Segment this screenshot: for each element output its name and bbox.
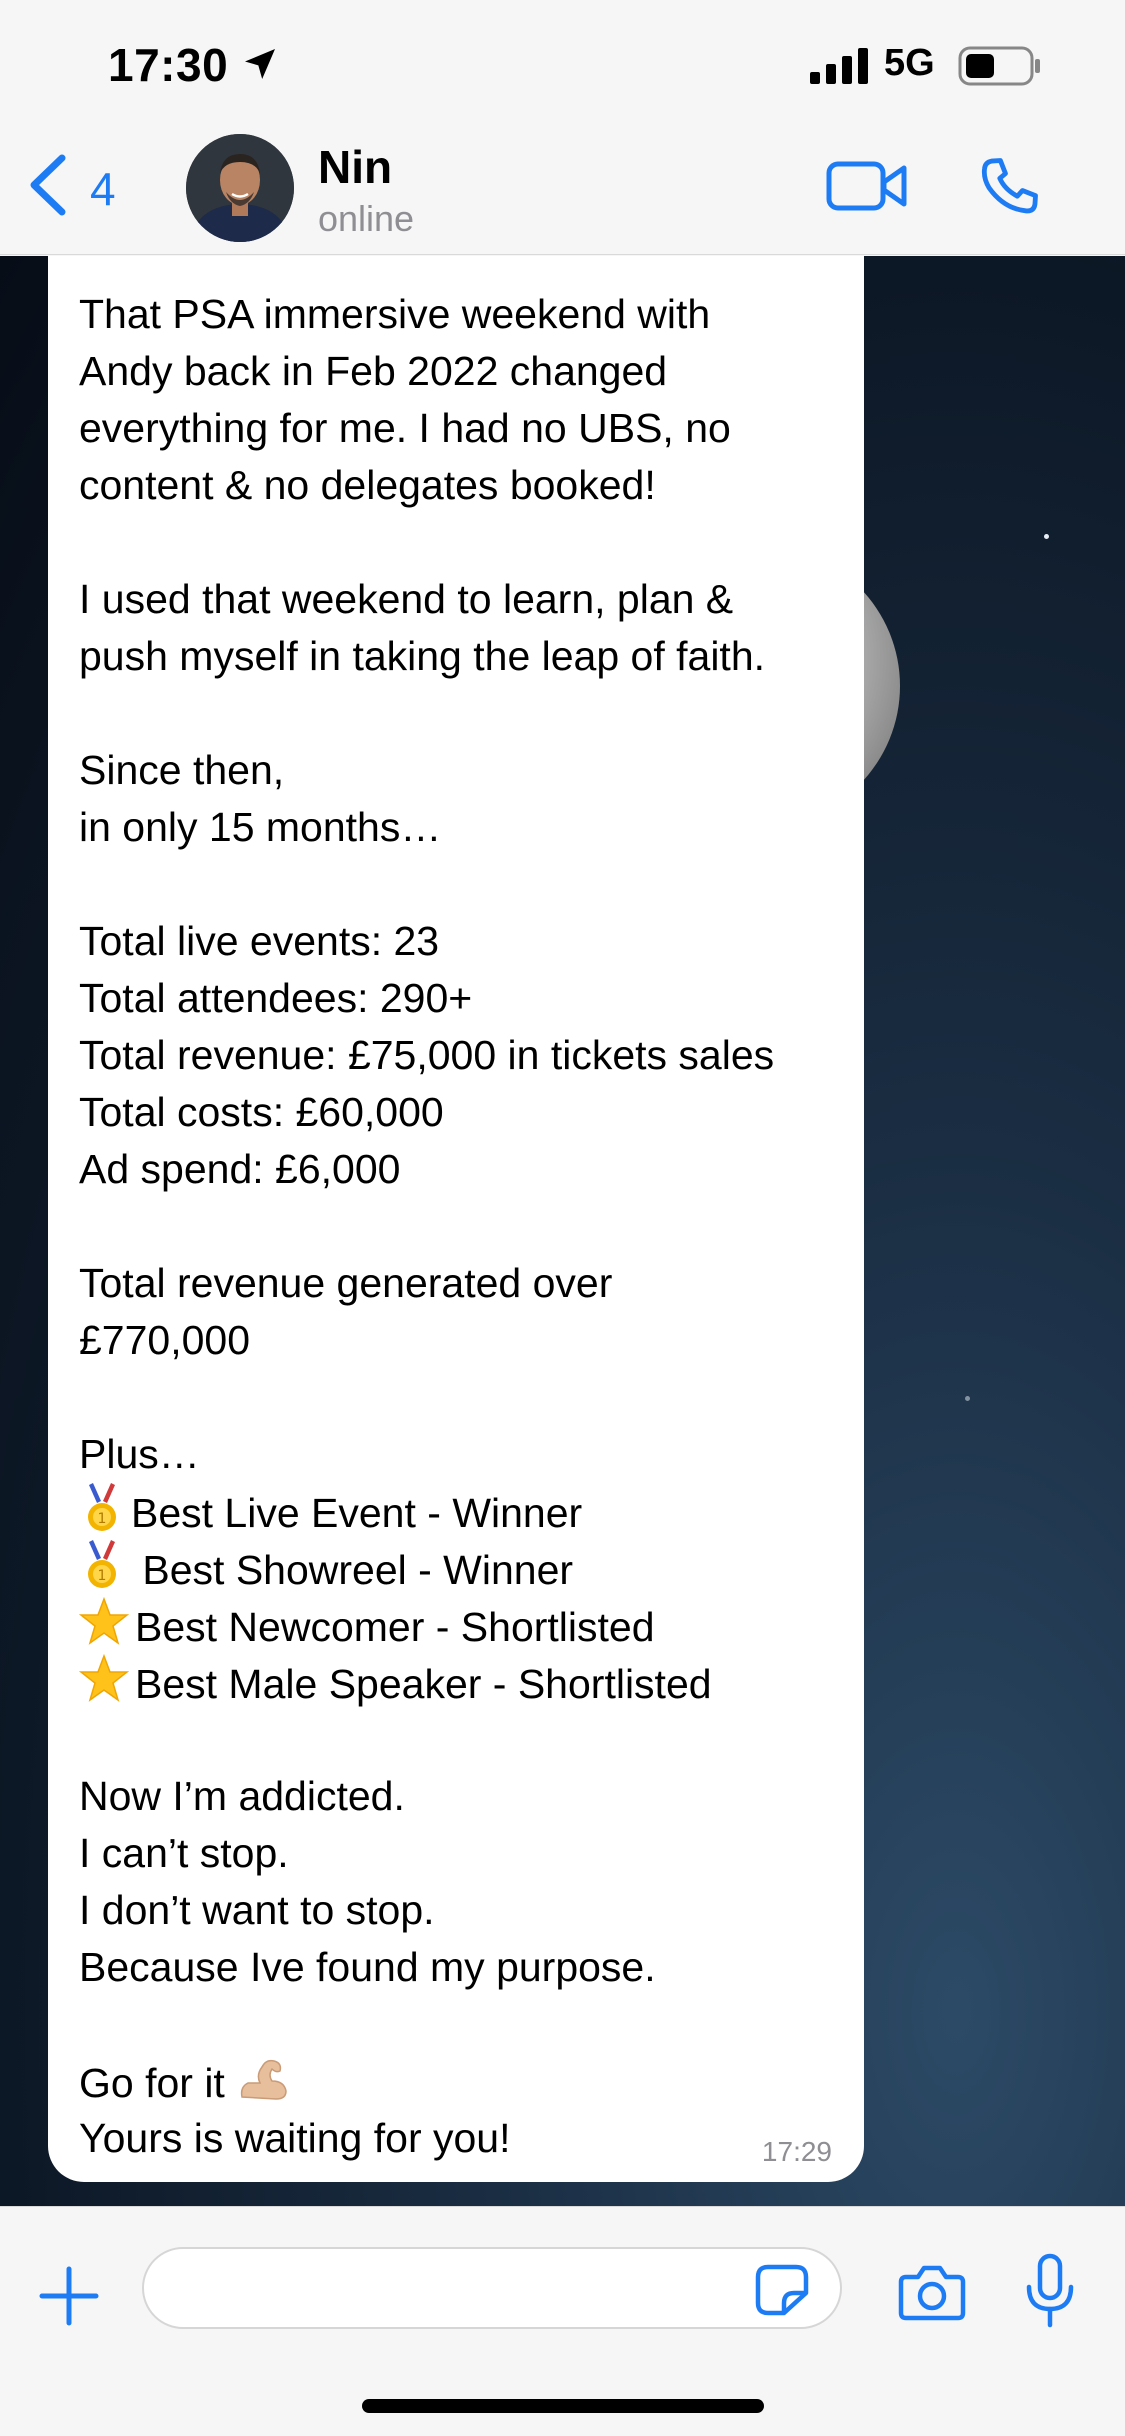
award-text: Best Showreel - Winner <box>131 1547 574 1593</box>
award-line: 1 Best Showreel - Winner <box>79 1540 849 1597</box>
message-line: Total attendees: 290+ <box>79 975 473 1021</box>
message-timestamp: 17:29 <box>761 2136 832 2167</box>
award-text: Best Male Speaker - Shortlisted <box>135 1661 712 1707</box>
star-dot <box>1044 534 1049 539</box>
message-bubble[interactable]: That PSA immersive weekend with Andy bac… <box>48 256 864 2182</box>
signal-strength-icon <box>810 48 868 84</box>
chevron-left-icon[interactable] <box>24 152 70 218</box>
message-line: Total revenue: £75,000 in tickets sales <box>79 1032 775 1078</box>
message-line: Andy back in Feb 2022 changed <box>79 348 668 394</box>
composer-bar <box>0 2206 1125 2436</box>
message-line: Yours is waiting for you! <box>79 2115 511 2161</box>
gold-medal-icon: 1 <box>88 1540 116 1588</box>
message-line: Plus… <box>79 1431 200 1477</box>
battery-icon <box>958 46 1040 86</box>
contact-status: online <box>318 198 415 239</box>
top-bar: 17:30 5G 4 Nin online <box>0 0 1125 255</box>
award-line: Best Newcomer - Shortlisted <box>79 1597 849 1654</box>
avatar[interactable] <box>186 134 294 242</box>
message-line: in only 15 months… <box>79 804 442 850</box>
message-line: everything for me. I had no UBS, no <box>79 405 731 451</box>
award-line: 1 Best Live Event - Winner <box>79 1483 849 1540</box>
phone-icon[interactable] <box>976 152 1044 220</box>
award-line: Best Male Speaker - Shortlisted <box>79 1654 849 1711</box>
message-input[interactable] <box>142 2247 842 2329</box>
status-time: 17:30 <box>108 39 229 91</box>
message-line: Total live events: 23 <box>79 918 440 964</box>
message-line: I used that weekend to learn, plan & <box>79 576 734 622</box>
message-line: That PSA immersive weekend with <box>79 291 711 337</box>
message-line: Total revenue generated over <box>79 1260 613 1306</box>
contact-name[interactable]: Nin <box>318 140 392 194</box>
gold-medal-icon: 1 <box>88 1483 116 1531</box>
home-indicator[interactable] <box>362 2399 764 2413</box>
avatar-photo <box>186 134 294 242</box>
microphone-icon[interactable] <box>1024 2253 1076 2331</box>
plus-icon[interactable] <box>38 2265 100 2327</box>
star-dot <box>965 1396 970 1401</box>
sticker-icon[interactable] <box>754 2263 810 2317</box>
unread-count[interactable]: 4 <box>90 162 116 216</box>
message-line: Ad spend: £6,000 <box>79 1146 401 1192</box>
glowing-star-icon <box>79 1654 129 1702</box>
svg-text:1: 1 <box>98 1568 107 1584</box>
message-line: Now I’m addicted. <box>79 1773 405 1819</box>
award-text: Best Newcomer - Shortlisted <box>135 1604 655 1650</box>
go-for-it-text: Go for it <box>79 2060 237 2106</box>
flexed-biceps-icon <box>241 2059 287 2100</box>
location-arrow-icon <box>245 49 275 79</box>
message-line: I can’t stop. <box>79 1830 289 1876</box>
award-text: Best Live Event - Winner <box>131 1490 583 1536</box>
message-line: Since then, <box>79 747 285 793</box>
message-line: push myself in taking the leap of faith. <box>79 633 766 679</box>
message-line: Total costs: £60,000 <box>79 1089 444 1135</box>
video-camera-icon[interactable] <box>826 156 908 216</box>
glowing-star-icon <box>79 1597 129 1645</box>
message-line: Because Ive found my purpose. <box>79 1944 656 1990</box>
message-line: £770,000 <box>79 1317 251 1363</box>
svg-text:1: 1 <box>98 1511 107 1527</box>
message-text: That PSA immersive weekend with Andy bac… <box>79 286 849 2167</box>
network-type: 5G <box>884 42 935 84</box>
message-line: I don’t want to stop. <box>79 1887 435 1933</box>
message-line: content & no delegates booked! <box>79 462 656 508</box>
camera-icon[interactable] <box>898 2263 966 2321</box>
message-line: Go for it <box>79 2053 849 2110</box>
